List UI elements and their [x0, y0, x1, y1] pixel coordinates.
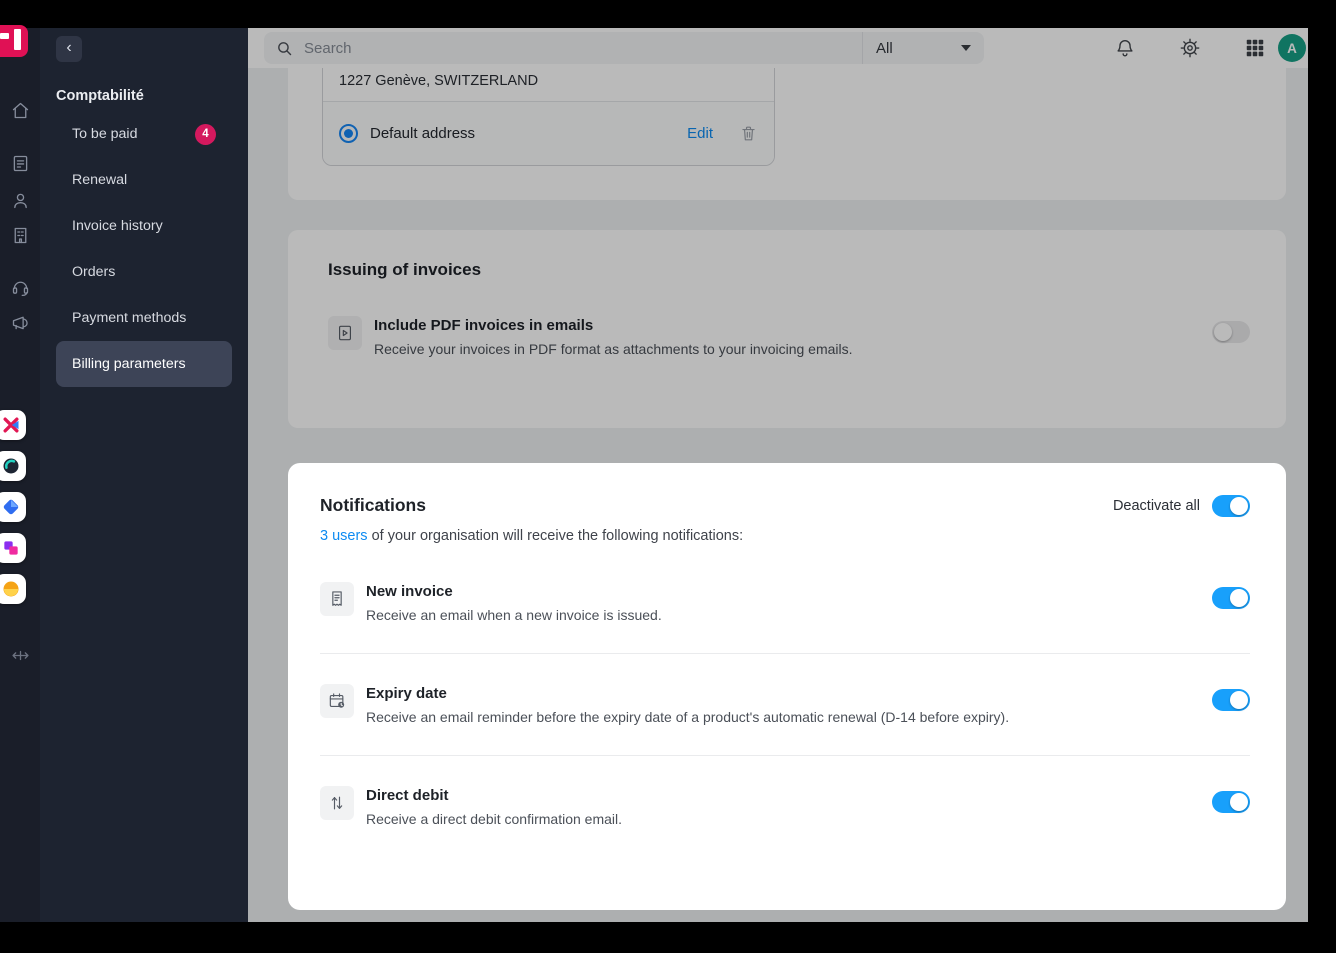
left-rail: [0, 28, 40, 922]
chevron-down-icon: [961, 45, 971, 51]
kmoney-app-icon[interactable]: [0, 574, 26, 604]
back-button[interactable]: ‹: [56, 36, 82, 62]
default-address-label: Default address: [370, 125, 476, 142]
divider: [320, 755, 1250, 756]
new-invoice-description: Receive an email when a new invoice is i…: [366, 607, 662, 623]
infomaniak-logo[interactable]: [0, 25, 28, 57]
default-address-radio[interactable]: [339, 124, 358, 143]
calendar-expiry-icon: [320, 684, 354, 718]
users-icon[interactable]: [0, 190, 40, 211]
sidebar-item-invoice-history[interactable]: Invoice history: [56, 203, 232, 249]
deactivate-all-label: Deactivate all: [1112, 498, 1200, 514]
kchat-app-icon[interactable]: [0, 451, 26, 481]
expiry-date-toggle[interactable]: [1212, 689, 1250, 711]
bell-icon[interactable]: [1114, 37, 1136, 59]
expiry-date-title: Expiry date: [366, 685, 447, 702]
new-invoice-toggle[interactable]: [1212, 587, 1250, 609]
home-icon[interactable]: [0, 100, 40, 121]
invoice-icon: [320, 582, 354, 616]
new-invoice-title: New invoice: [366, 583, 453, 600]
issuing-of-invoices-card: Issuing of invoices Include PDF invoices…: [288, 230, 1286, 428]
main-area: Search All A 1227 Genève, SWITZERLAND De…: [248, 28, 1308, 922]
search-placeholder: Search: [304, 39, 352, 57]
direct-debit-row: Direct debit Receive a direct debit conf…: [320, 786, 1250, 827]
organization-icon[interactable]: [0, 225, 40, 246]
support-icon[interactable]: [0, 277, 40, 298]
gear-icon[interactable]: [1179, 37, 1201, 59]
sidebar-item-to-be-paid[interactable]: To be paid 4: [56, 111, 232, 157]
search-icon: [278, 41, 292, 55]
edit-address-link[interactable]: Edit: [687, 125, 713, 142]
address-box: 1227 Genève, SWITZERLAND Default address…: [322, 68, 775, 166]
deactivate-all-control: Deactivate all: [1113, 495, 1250, 517]
expiry-date-row: Expiry date Receive an email reminder be…: [320, 684, 1250, 725]
default-address-row: Default address Edit: [323, 101, 774, 165]
sidebar: ‹ Comptabilité To be paid 4 Renewal Invo…: [40, 28, 248, 922]
kdrive-app-icon[interactable]: [0, 492, 26, 522]
app-window: ‹ Comptabilité To be paid 4 Renewal Invo…: [0, 28, 1308, 922]
chevron-left-icon: ‹: [66, 39, 72, 56]
content: 1227 Genève, SWITZERLAND Default address…: [248, 68, 1308, 922]
notifications-title: Notifications: [320, 495, 426, 515]
divider: [320, 653, 1250, 654]
ksuite-app-icon[interactable]: [0, 410, 26, 440]
pdf-invoices-toggle[interactable]: [1212, 321, 1250, 343]
direct-debit-toggle[interactable]: [1212, 791, 1250, 813]
direct-debit-icon: [320, 786, 354, 820]
pdf-invoice-icon: [328, 316, 362, 350]
sidebar-item-orders[interactable]: Orders: [56, 249, 232, 295]
apps-grid-icon[interactable]: [1244, 37, 1266, 59]
direct-debit-description: Receive a direct debit confirmation emai…: [366, 811, 623, 827]
billing-address-card: 1227 Genève, SWITZERLAND Default address…: [288, 68, 1286, 200]
notifications-subtitle: 3 users of your organisation will receiv…: [320, 528, 744, 544]
kpaste-app-icon[interactable]: [0, 533, 26, 563]
pdf-invoices-row: Include PDF invoices in emails Receive y…: [328, 316, 1250, 357]
topbar-icons: [1114, 37, 1266, 59]
address-line: 1227 Genève, SWITZERLAND: [339, 73, 539, 89]
announcements-icon[interactable]: [0, 312, 40, 333]
pdf-invoices-title: Include PDF invoices in emails: [374, 317, 594, 334]
notifications-header: Notifications 3 users of your organisati…: [320, 495, 1250, 544]
deactivate-all-toggle[interactable]: [1212, 495, 1250, 517]
search-filter-dropdown[interactable]: All: [862, 32, 984, 64]
sidebar-item-renewal[interactable]: Renewal: [56, 157, 232, 203]
direct-debit-title: Direct debit: [366, 787, 449, 804]
expiry-date-description: Receive an email reminder before the exp…: [366, 709, 1010, 725]
trash-icon[interactable]: [739, 124, 758, 143]
search-bar: Search All: [264, 32, 984, 64]
move-panel-icon[interactable]: [0, 645, 40, 666]
billing-icon[interactable]: [0, 153, 40, 174]
avatar[interactable]: A: [1278, 34, 1306, 62]
to-be-paid-badge: 4: [195, 123, 216, 145]
sidebar-section-title: Comptabilité: [56, 88, 144, 104]
search-input[interactable]: Search: [264, 32, 862, 64]
topbar: Search All A: [248, 28, 1308, 68]
new-invoice-row: New invoice Receive an email when a new …: [320, 582, 1250, 623]
notifications-card: Notifications 3 users of your organisati…: [288, 463, 1286, 910]
sidebar-item-billing-parameters[interactable]: Billing parameters: [56, 341, 232, 387]
users-link[interactable]: 3 users: [320, 528, 368, 544]
pdf-invoices-description: Receive your invoices in PDF format as a…: [374, 341, 853, 357]
issuing-card-title: Issuing of invoices: [328, 260, 482, 279]
sidebar-item-payment-methods[interactable]: Payment methods: [56, 295, 232, 341]
